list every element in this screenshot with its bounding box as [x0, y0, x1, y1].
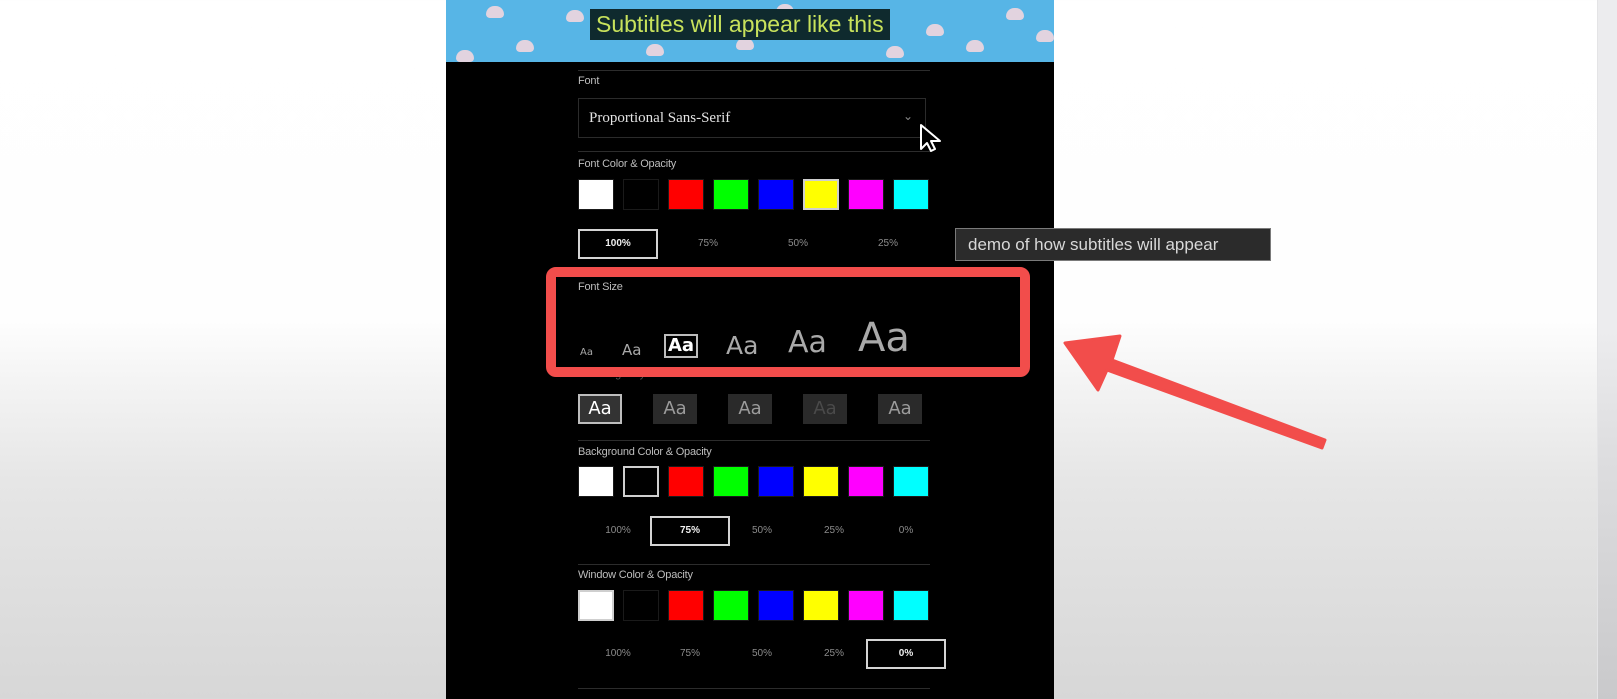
color-swatch[interactable]: [668, 590, 704, 621]
opacity-option[interactable]: 100%: [578, 639, 658, 669]
cloud-decoration: [486, 6, 504, 18]
chevron-down-icon: ⌄: [902, 109, 913, 123]
color-swatch[interactable]: [848, 466, 884, 497]
opacity-option[interactable]: 50%: [722, 639, 802, 669]
color-swatch[interactable]: [668, 179, 704, 210]
mouse-cursor-icon: [920, 124, 941, 152]
cloud-decoration: [566, 10, 584, 22]
color-swatch[interactable]: [623, 179, 659, 210]
opacity-option[interactable]: 25%: [794, 516, 874, 546]
cloud-decoration: [646, 44, 664, 56]
window-opacity-options: 100% 75% 50% 25% 0%: [578, 639, 946, 671]
color-swatch[interactable]: [578, 590, 614, 621]
opacity-option[interactable]: 100%: [578, 229, 658, 259]
font-edge-options: Aa Aa Aa Aa Aa: [578, 394, 922, 424]
color-swatch[interactable]: [803, 179, 839, 210]
divider: [578, 688, 930, 689]
color-swatch[interactable]: [848, 590, 884, 621]
window-color-swatches: [578, 590, 929, 621]
font-label: Font: [578, 75, 600, 87]
window-color-label: Window Color & Opacity: [578, 569, 693, 581]
scrollbar-track[interactable]: [1597, 0, 1617, 699]
opacity-option[interactable]: 75%: [668, 229, 748, 259]
font-color-swatches: [578, 179, 929, 210]
color-swatch[interactable]: [713, 179, 749, 210]
color-swatch[interactable]: [893, 466, 929, 497]
subtitle-preview-text: Subtitles will appear like this: [590, 9, 890, 40]
tooltip: demo of how subtitles will appear: [955, 228, 1271, 261]
color-swatch[interactable]: [713, 590, 749, 621]
font-edge-option-depressed[interactable]: Aa: [803, 394, 847, 424]
divider: [578, 70, 930, 71]
subtitle-preview: Subtitles will appear like this: [446, 0, 1054, 62]
cloud-decoration: [886, 46, 904, 58]
opacity-option[interactable]: 25%: [848, 229, 928, 259]
color-swatch[interactable]: [848, 179, 884, 210]
font-edge-option-raised[interactable]: Aa: [653, 394, 697, 424]
font-opacity-options: 100% 75% 50% 25%: [578, 229, 930, 261]
cloud-decoration: [966, 40, 984, 52]
opacity-option[interactable]: 0%: [866, 639, 946, 669]
color-swatch[interactable]: [893, 179, 929, 210]
divider: [578, 151, 930, 152]
background-color-label: Background Color & Opacity: [578, 446, 712, 458]
divider: [578, 564, 930, 565]
cloud-decoration: [1006, 8, 1024, 20]
font-edge-option-none[interactable]: Aa: [578, 394, 622, 424]
divider: [578, 440, 930, 441]
font-select[interactable]: Proportional Sans-Serif ⌄: [578, 98, 926, 138]
cloud-decoration: [926, 24, 944, 36]
font-color-label: Font Color & Opacity: [578, 158, 677, 170]
color-swatch[interactable]: [758, 590, 794, 621]
opacity-option[interactable]: 50%: [758, 229, 838, 259]
cloud-decoration: [516, 40, 534, 52]
cloud-decoration: [456, 50, 474, 62]
color-swatch[interactable]: [578, 466, 614, 497]
opacity-option[interactable]: 75%: [650, 639, 730, 669]
annotation-highlight-box: [546, 267, 1030, 377]
opacity-option[interactable]: 0%: [866, 516, 946, 546]
red-arrow-icon: [1063, 334, 1327, 450]
color-swatch[interactable]: [623, 590, 659, 621]
opacity-option[interactable]: 100%: [578, 516, 658, 546]
color-swatch[interactable]: [803, 590, 839, 621]
color-swatch[interactable]: [623, 466, 659, 497]
font-edge-option-shadow[interactable]: Aa: [878, 394, 922, 424]
opacity-option[interactable]: 50%: [722, 516, 802, 546]
color-swatch[interactable]: [803, 466, 839, 497]
opacity-option[interactable]: 25%: [794, 639, 874, 669]
color-swatch[interactable]: [758, 179, 794, 210]
opacity-option[interactable]: 75%: [650, 516, 730, 546]
background-color-swatches: [578, 466, 929, 497]
color-swatch[interactable]: [758, 466, 794, 497]
color-swatch[interactable]: [893, 590, 929, 621]
font-edge-option-outline[interactable]: Aa: [728, 394, 772, 424]
background-opacity-options: 100% 75% 50% 25% 0%: [578, 516, 930, 548]
color-swatch[interactable]: [668, 466, 704, 497]
cloud-decoration: [1036, 30, 1054, 42]
font-select-value: Proportional Sans-Serif: [589, 110, 731, 126]
color-swatch[interactable]: [713, 466, 749, 497]
color-swatch[interactable]: [578, 179, 614, 210]
